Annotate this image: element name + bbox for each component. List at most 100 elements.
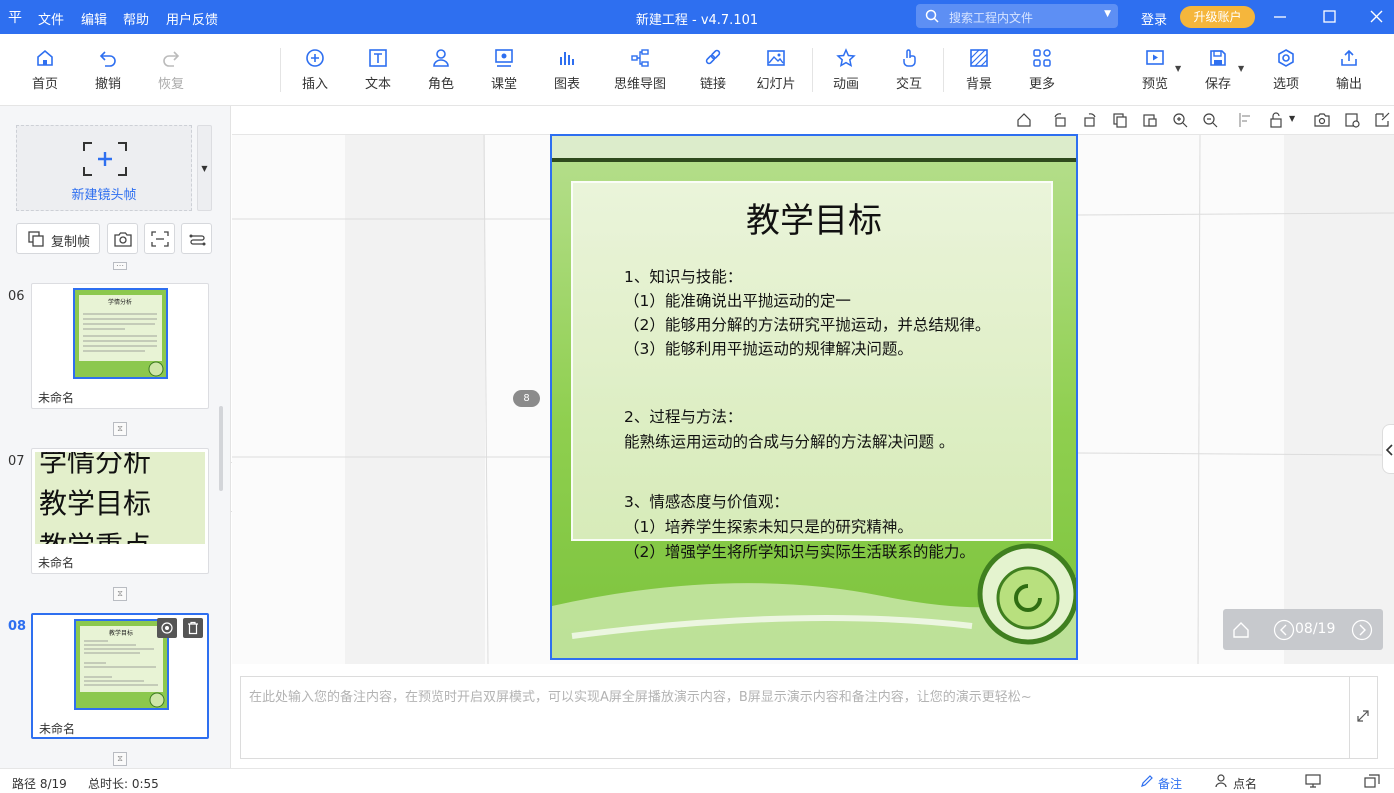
editor-canvas[interactable]: ▼ 8 教学目标 1、知识与技能： （1）能准确说出平抛运动的定一 （2）能够用… — [232, 106, 1394, 664]
slide-name: 未命名 — [39, 722, 76, 736]
star-icon — [836, 48, 856, 67]
chevron-left-icon — [1385, 444, 1393, 456]
scan-icon — [151, 231, 169, 247]
text-button[interactable]: 文本 — [348, 48, 408, 92]
menu-file[interactable]: 文件 — [38, 9, 64, 28]
chart-label: 图表 — [553, 77, 580, 92]
previous-icon[interactable] — [1273, 619, 1295, 641]
upload-icon — [1341, 49, 1357, 66]
scan-button[interactable] — [144, 223, 175, 254]
window-mode-icon[interactable] — [1364, 774, 1380, 788]
rotate-right-icon[interactable] — [1082, 112, 1098, 128]
more-label: 更多 — [1028, 77, 1055, 92]
new-frame-button[interactable]: 新建镜头帧 — [16, 125, 192, 211]
close-icon[interactable] — [1362, 5, 1392, 29]
toolbar-divider — [280, 48, 281, 92]
menu-help[interactable]: 帮助 — [123, 9, 149, 28]
home-button[interactable]: 首页 — [15, 48, 75, 92]
collapse-right-panel-button[interactable] — [1382, 424, 1394, 474]
chart-button[interactable]: 图表 — [537, 48, 597, 92]
undo-button[interactable]: 撤销 — [78, 48, 138, 92]
export-button[interactable]: 输出 — [1319, 48, 1379, 92]
zoom-in-icon[interactable] — [1172, 112, 1188, 128]
transition-marker-icon[interactable]: ⧖ — [113, 422, 127, 436]
insert-button[interactable]: 插入 — [285, 48, 345, 92]
slide-preview: 教学目标 — [36, 618, 206, 710]
slideshow-button[interactable]: 幻灯片 — [746, 48, 806, 92]
animation-button[interactable]: 动画 — [816, 48, 876, 92]
crop-icon[interactable] — [1374, 112, 1390, 128]
person-icon — [433, 49, 449, 67]
expand-icon[interactable] — [1356, 709, 1370, 723]
screen-icon[interactable] — [1305, 774, 1321, 788]
duration-status: 总时长: 0:55 — [88, 777, 159, 791]
preview-label: 预览 — [1141, 77, 1168, 92]
page-counter: 08/19 — [1295, 621, 1336, 637]
maximize-icon[interactable] — [1314, 5, 1344, 29]
title-bar: 平 文件 编辑 帮助 用户反馈 新建工程 - v4.7.101 搜索工程内文件 … — [0, 0, 1394, 34]
options-button[interactable]: 选项 — [1256, 48, 1316, 92]
interact-button[interactable]: 交互 — [879, 48, 939, 92]
path-number-badge[interactable]: 8 — [513, 390, 540, 407]
copy-frame-button[interactable]: 复制帧 — [16, 223, 100, 254]
minimize-icon[interactable] — [1265, 5, 1295, 29]
background-button[interactable]: 背景 — [949, 48, 1009, 92]
background-icon — [970, 49, 988, 67]
slide-name: 未命名 — [38, 391, 75, 405]
transition-marker-icon[interactable]: ⧖ — [113, 587, 127, 601]
slide-text-line: （2）增强学生将所学知识与实际生活联系的能力。 — [624, 543, 975, 561]
screenshot-button[interactable] — [107, 223, 138, 254]
text-icon — [369, 49, 387, 67]
notes-placeholder: 在此处输入您的备注内容，在预览时开启双屏模式，可以实现A屏全屏播放演示内容，B屏… — [249, 690, 1032, 705]
lock-dropdown-icon[interactable]: ▼ — [1289, 114, 1295, 123]
home-label: 首页 — [31, 77, 58, 92]
home-icon[interactable] — [1231, 620, 1251, 640]
link-button[interactable]: 链接 — [683, 48, 743, 92]
paste-icon[interactable] — [1142, 112, 1158, 128]
next-icon[interactable] — [1351, 619, 1373, 641]
canvas-toolbar: ▼ — [232, 106, 1394, 135]
menu-feedback[interactable]: 用户反馈 — [166, 9, 218, 28]
playback-navigator: 08/19 — [1223, 609, 1383, 650]
transition-button[interactable] — [181, 223, 212, 254]
role-button[interactable]: 角色 — [411, 48, 471, 92]
current-slide[interactable]: 教学目标 1、知识与技能： （1）能准确说出平抛运动的定一 （2）能够用分解的方… — [550, 134, 1078, 660]
slide-thumbnail[interactable]: 学情分析 教学目标 教学重点 未命名 — [31, 448, 209, 574]
thumb-title: 教学目标 — [109, 629, 133, 637]
redo-button[interactable]: 恢复 — [141, 48, 201, 92]
align-left-icon[interactable] — [1238, 112, 1254, 128]
home-view-icon[interactable] — [1016, 112, 1032, 128]
frame-view-button[interactable] — [157, 618, 177, 638]
slide-thumbnail-active[interactable]: 教学目标 未命名 — [31, 613, 209, 739]
copy-frame-label: 复制帧 — [51, 235, 91, 250]
preview-dropdown-icon[interactable]: ▼ — [1175, 64, 1181, 73]
rotate-left-icon[interactable] — [1052, 112, 1068, 128]
mindmap-button[interactable]: 思维导图 — [606, 48, 674, 92]
slide-thumbnail[interactable]: 学情分析 未命名 — [31, 283, 209, 409]
slide-preview: 学情分析 — [35, 287, 205, 379]
home-icon — [37, 49, 53, 66]
search-dropdown-icon[interactable]: ▼ — [1104, 9, 1111, 19]
undo-icon — [99, 51, 116, 67]
search-input[interactable]: 搜索工程内文件 ▼ — [916, 4, 1118, 28]
delete-frame-button[interactable] — [183, 618, 203, 638]
class-button[interactable]: 课堂 — [474, 48, 534, 92]
notes-input[interactable]: 在此处输入您的备注内容，在预览时开启双屏模式，可以实现A屏全屏播放演示内容，B屏… — [240, 676, 1378, 759]
slide-name: 未命名 — [38, 556, 75, 570]
copy-icon[interactable] — [1112, 112, 1128, 128]
notes-toggle-label: 备注 — [1158, 777, 1183, 791]
zoom-out-icon[interactable] — [1202, 112, 1218, 128]
upgrade-button[interactable]: 升级账户 — [1180, 6, 1255, 28]
panel-scrollbar[interactable] — [219, 406, 223, 491]
lock-icon[interactable] — [1268, 112, 1284, 128]
slide-number: 08 — [8, 619, 27, 634]
frame-settings-icon[interactable] — [1344, 112, 1360, 128]
login-link[interactable]: 登录 — [1141, 9, 1167, 28]
transition-marker-icon[interactable]: ⋯ — [113, 262, 127, 270]
transition-marker-icon[interactable]: ⧖ — [113, 752, 127, 766]
new-frame-dropdown-icon[interactable]: ▼ — [197, 125, 212, 211]
menu-edit[interactable]: 编辑 — [81, 9, 107, 28]
more-button[interactable]: 更多 — [1012, 48, 1072, 92]
camera-icon[interactable] — [1314, 112, 1330, 128]
save-dropdown-icon[interactable]: ▼ — [1238, 64, 1244, 73]
